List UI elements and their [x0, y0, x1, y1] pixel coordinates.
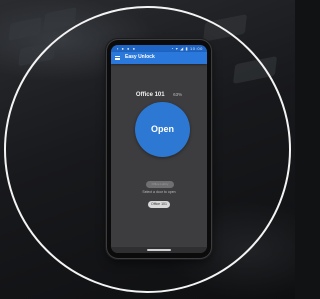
app-title: Easy Unlock: [125, 54, 155, 60]
door-name: Office 101: [135, 92, 165, 98]
navigation-bar: [111, 247, 207, 253]
door-header: Office 101 63%: [111, 83, 207, 101]
notification-icons: ▪ ● ● ●: [117, 46, 136, 51]
phone-device: ▪ ● ● ● ◔ ▾ ◢ ▮ 10:00 Easy Unlock Office…: [107, 40, 211, 258]
door-chip-disabled: Office Lobby: [146, 181, 174, 188]
status-bar: ▪ ● ● ● ◔ ▾ ◢ ▮ 10:00: [111, 45, 207, 52]
open-button[interactable]: Open: [135, 102, 190, 157]
phone-screen: ▪ ● ● ● ◔ ▾ ◢ ▮ 10:00 Easy Unlock Office…: [111, 45, 207, 253]
door-chip-office-101[interactable]: Office 101: [148, 201, 170, 208]
hamburger-menu-icon[interactable]: [115, 56, 120, 61]
home-indicator[interactable]: [147, 249, 171, 251]
select-door-prompt: Select a door to open: [142, 190, 176, 194]
keyboard-key: [8, 17, 42, 41]
app-bar: Easy Unlock: [111, 52, 207, 64]
system-status-icons: ◔ ▾ ◢ ▮ 10:00: [171, 46, 203, 51]
battery-level: 63%: [173, 92, 183, 97]
